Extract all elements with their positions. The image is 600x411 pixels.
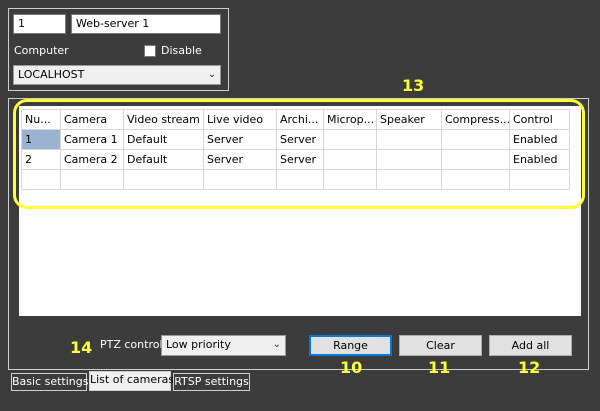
server-name-field[interactable]: Web-server 1 — [71, 14, 221, 34]
range-button[interactable]: Range — [309, 335, 392, 356]
computer-select[interactable]: LOCALHOST ⌄ — [13, 65, 221, 85]
disable-label: Disable — [161, 44, 202, 57]
disable-checkbox[interactable] — [144, 45, 156, 57]
annotation-13: 13 — [402, 76, 425, 95]
table-highlight-outline — [13, 99, 585, 209]
server-id-field[interactable]: 1 — [13, 14, 66, 34]
annotation-11: 11 — [428, 358, 451, 377]
ptz-control-value: Low priority — [166, 338, 231, 351]
chevron-down-icon: ⌄ — [272, 339, 281, 350]
ptz-control-label: PTZ control — [100, 338, 163, 351]
tab-basic-settings[interactable]: Basic settings — [11, 373, 88, 391]
add-all-button[interactable]: Add all — [489, 335, 572, 356]
annotation-10: 10 — [340, 358, 363, 377]
tab-rtsp-settings[interactable]: RTSP settings — [173, 373, 250, 391]
annotation-12: 12 — [518, 358, 541, 377]
computer-select-value: LOCALHOST — [18, 68, 85, 81]
chevron-down-icon: ⌄ — [207, 69, 216, 80]
tab-list-of-cameras[interactable]: List of cameras — [89, 371, 174, 391]
annotation-14: 14 — [70, 338, 93, 357]
ptz-control-select[interactable]: Low priority ⌄ — [161, 335, 286, 356]
clear-button[interactable]: Clear — [399, 335, 482, 356]
computer-label: Computer — [14, 44, 69, 57]
